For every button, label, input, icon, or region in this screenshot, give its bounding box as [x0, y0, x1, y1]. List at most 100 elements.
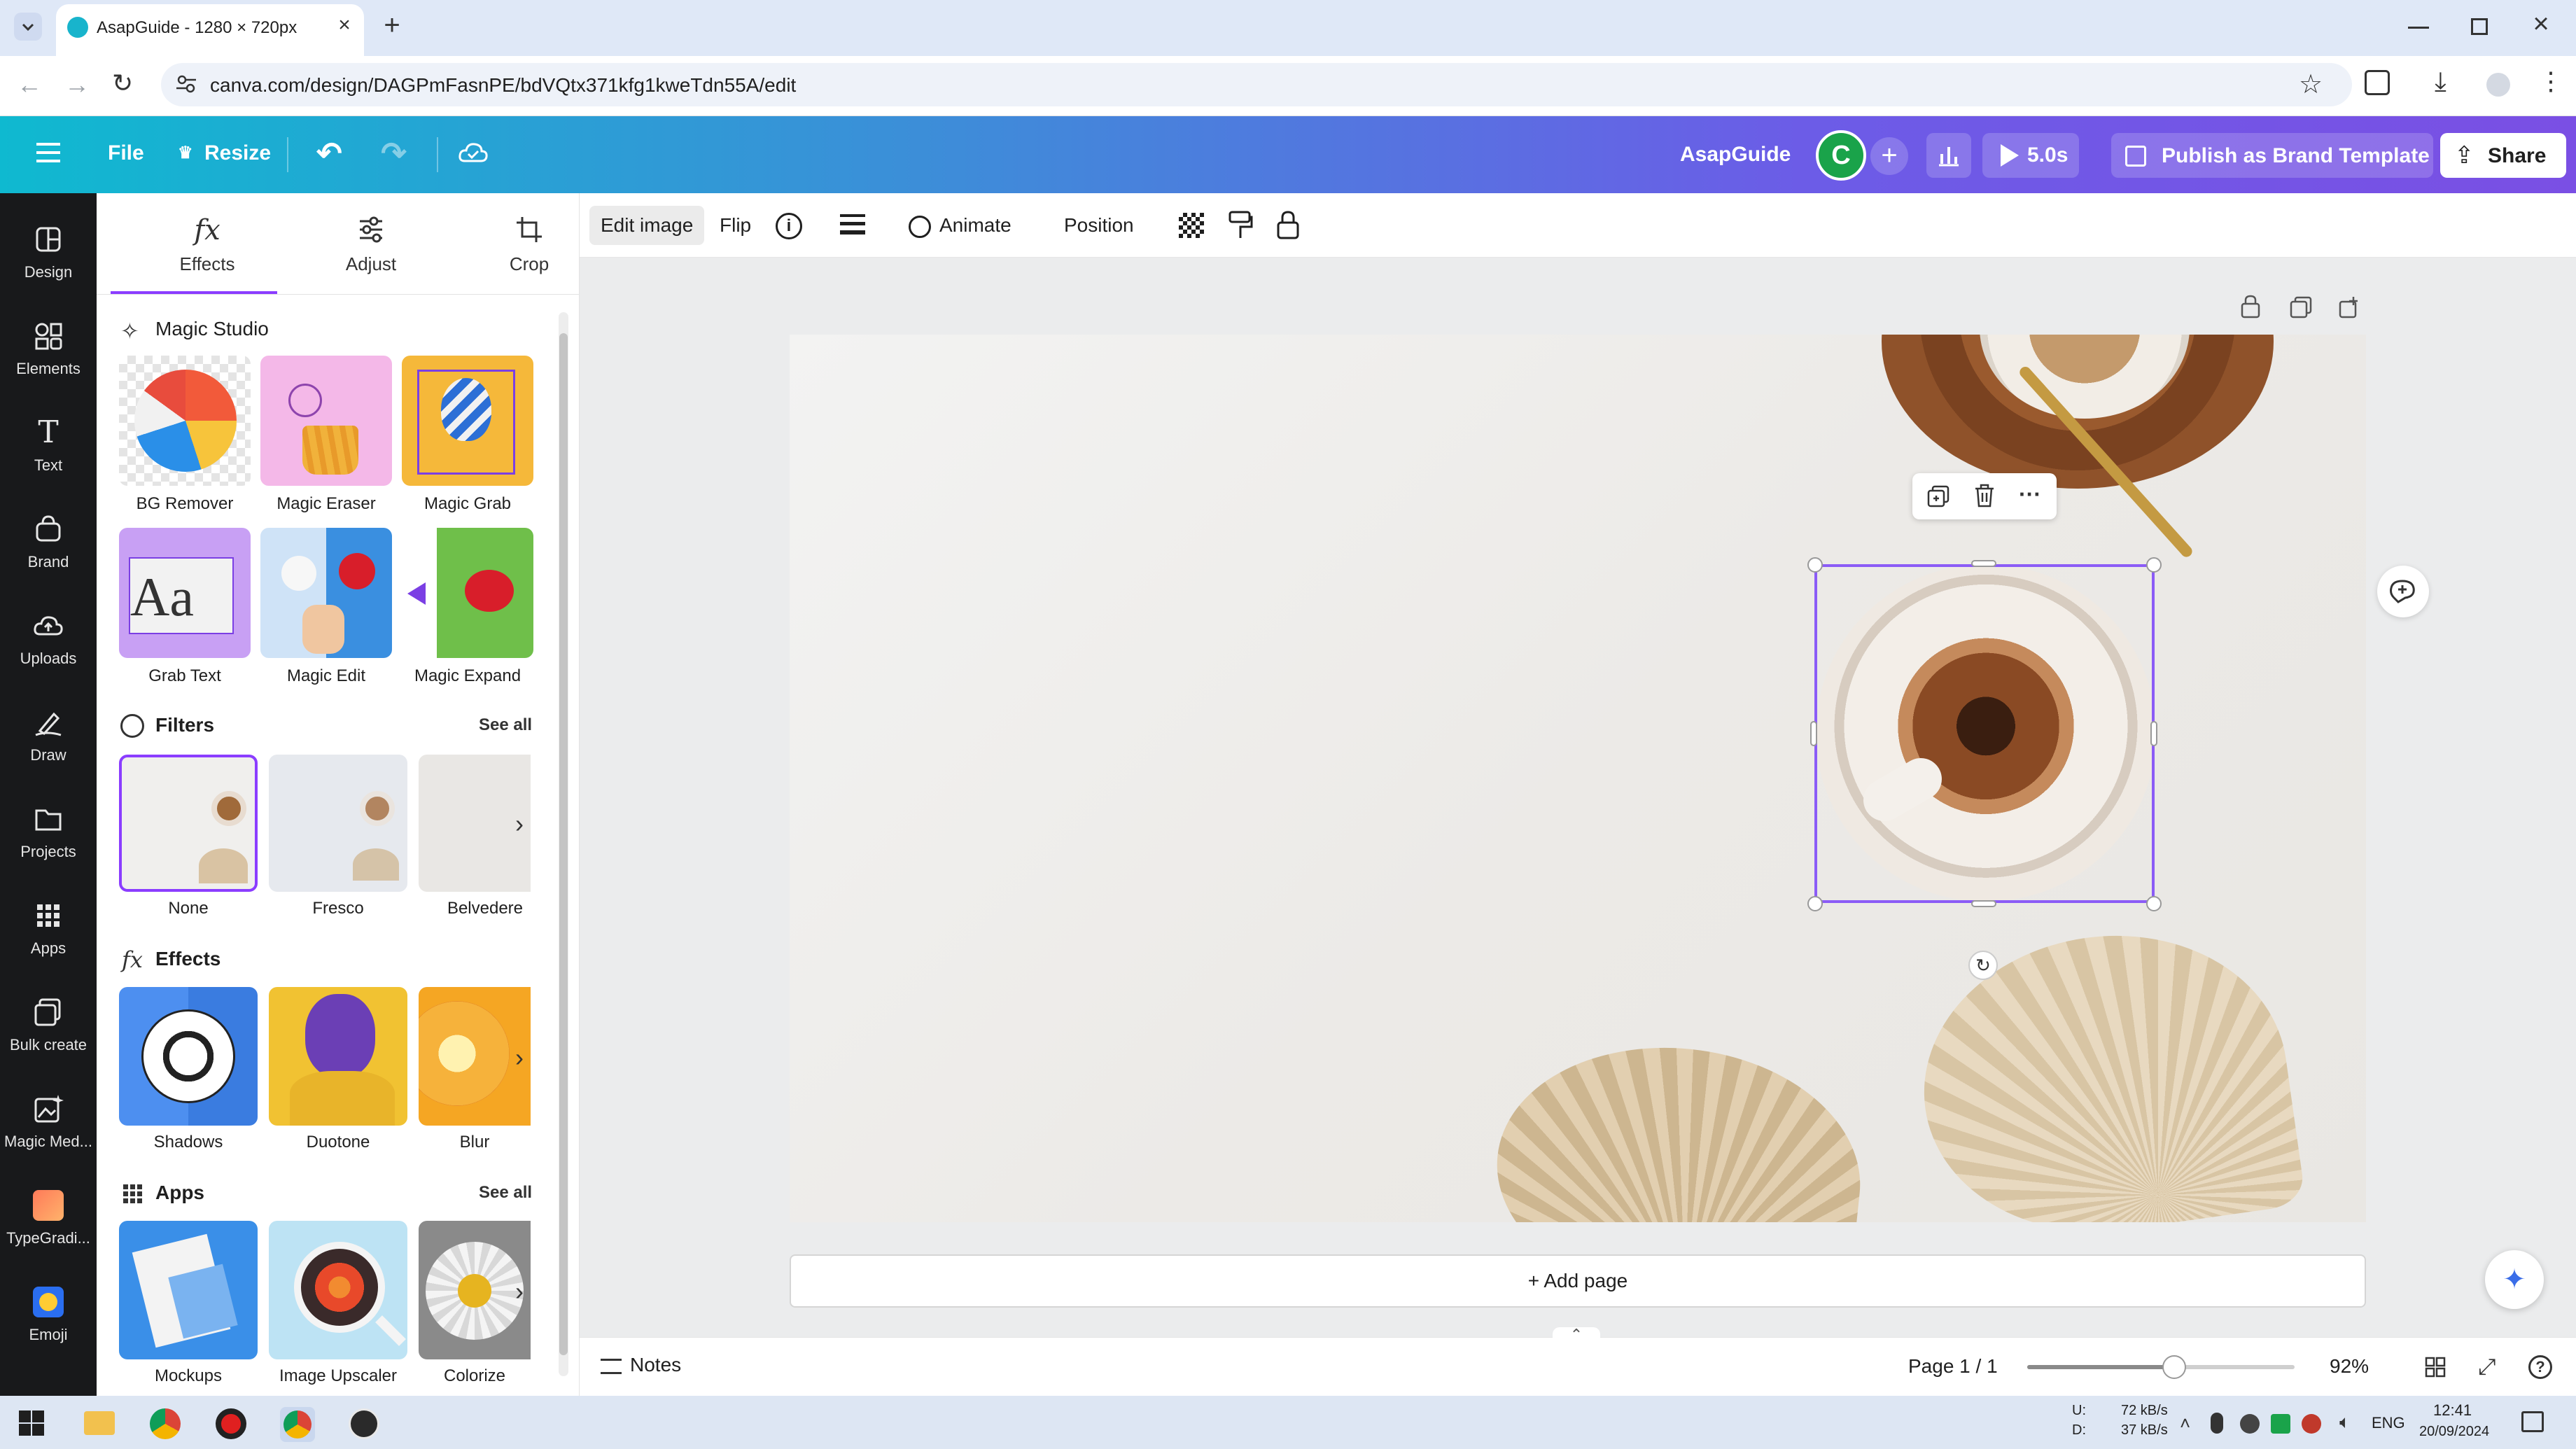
site-info-icon[interactable]: [175, 73, 197, 95]
app-mockups-thumb[interactable]: [119, 1221, 258, 1359]
selection-box[interactable]: [1814, 564, 2155, 903]
magic-eraser-thumb[interactable]: [260, 356, 392, 486]
tab-crop[interactable]: Crop: [459, 214, 599, 275]
rail-item-draw[interactable]: Draw: [0, 693, 97, 784]
filter-belvedere-thumb[interactable]: [419, 755, 531, 892]
tray-expand-icon[interactable]: ˄: [2180, 1413, 2190, 1434]
resize-button[interactable]: Resize: [204, 141, 271, 165]
copy-style-icon[interactable]: [1228, 210, 1253, 241]
tray-app-icon[interactable]: [2302, 1414, 2321, 1434]
add-collaborator-button[interactable]: +: [1870, 137, 1908, 175]
chrome-icon[interactable]: [150, 1408, 181, 1439]
magic-assistant-button[interactable]: ✦: [2485, 1250, 2544, 1309]
magic-edit-thumb[interactable]: [260, 528, 392, 658]
rail-item-typegradient[interactable]: TypeGradi...: [0, 1176, 97, 1267]
page-indicator[interactable]: Page 1 / 1: [1908, 1355, 1998, 1378]
page-duplicate-icon[interactable]: [2289, 295, 2313, 319]
back-icon[interactable]: ←: [17, 70, 42, 99]
hide-pages-chevron-icon[interactable]: ⌃: [1553, 1327, 1600, 1343]
resize-handle[interactable]: [1971, 560, 1996, 567]
flip-button[interactable]: Flip: [720, 206, 751, 245]
page-add-icon[interactable]: [2338, 295, 2362, 319]
effects-next-chevron-icon[interactable]: ›: [515, 1043, 524, 1072]
add-comment-button[interactable]: [2377, 566, 2429, 617]
effect-duotone-thumb[interactable]: [269, 987, 407, 1126]
volume-icon[interactable]: 🔈︎: [2339, 1411, 2351, 1434]
tab-effects[interactable]: fx Effects: [137, 214, 277, 275]
clock-time[interactable]: 12:41: [2433, 1401, 2472, 1420]
present-button[interactable]: 5.0s: [1982, 133, 2079, 178]
rail-item-emoji[interactable]: Emoji: [0, 1273, 97, 1364]
resize-handle[interactable]: [2146, 896, 2162, 911]
magic-expand-thumb[interactable]: [402, 528, 533, 658]
notifications-icon[interactable]: [2521, 1411, 2544, 1432]
bookmark-star-icon[interactable]: ☆: [2299, 69, 2323, 100]
browser-menu-icon[interactable]: ⋮: [2538, 69, 2563, 94]
rail-item-design[interactable]: Design: [0, 210, 97, 301]
magic-grab-thumb[interactable]: [402, 356, 533, 486]
lock-icon[interactable]: [1275, 210, 1301, 241]
zoom-slider[interactable]: [2027, 1355, 2295, 1379]
apps-next-chevron-icon[interactable]: ›: [515, 1277, 524, 1306]
rail-item-elements[interactable]: Elements: [0, 307, 97, 398]
app-taskbar-icon[interactable]: [349, 1408, 379, 1439]
page-lock-icon[interactable]: [2240, 294, 2261, 319]
effect-blur-thumb[interactable]: [419, 987, 531, 1126]
resize-handle[interactable]: [2150, 721, 2157, 746]
filters-see-all-link[interactable]: See all: [479, 715, 532, 735]
app-colorize-thumb[interactable]: [419, 1221, 531, 1359]
apps-see-all-link[interactable]: See all: [479, 1183, 532, 1203]
microphone-icon[interactable]: [2211, 1413, 2223, 1434]
delete-element-icon[interactable]: [1973, 483, 1996, 508]
insights-button[interactable]: [1926, 133, 1971, 178]
undo-icon[interactable]: ↶: [316, 136, 342, 172]
new-tab-icon[interactable]: +: [378, 11, 406, 39]
bg-remover-thumb[interactable]: [119, 356, 251, 486]
scrollbar-thumb[interactable]: [559, 333, 568, 1355]
forward-icon[interactable]: →: [64, 70, 90, 99]
duplicate-element-icon[interactable]: [1926, 484, 1950, 508]
rail-item-brand[interactable]: Brand: [0, 500, 97, 591]
tab-close-icon[interactable]: ×: [333, 14, 356, 36]
grab-text-thumb[interactable]: Aa: [119, 528, 251, 658]
recorder-icon[interactable]: [216, 1408, 246, 1439]
rail-item-projects[interactable]: Projects: [0, 790, 97, 881]
download-icon[interactable]: ⤓: [2435, 67, 2446, 97]
filter-none-thumb[interactable]: [119, 755, 258, 892]
edit-image-button[interactable]: Edit image: [589, 206, 705, 245]
notes-button[interactable]: Notes: [601, 1354, 681, 1376]
filters-next-chevron-icon[interactable]: ›: [515, 809, 524, 839]
info-icon[interactable]: i: [776, 213, 802, 239]
transparency-icon[interactable]: [1179, 213, 1204, 238]
rail-item-text[interactable]: T Text: [0, 403, 97, 494]
more-options-icon[interactable]: ···: [2016, 480, 2044, 508]
fullscreen-icon[interactable]: ⤢: [2478, 1354, 2496, 1380]
zoom-slider-knob[interactable]: [2162, 1355, 2187, 1379]
resize-handle[interactable]: [1807, 557, 1823, 573]
profile-avatar-icon[interactable]: [2486, 73, 2510, 97]
reload-icon[interactable]: ↻: [112, 69, 133, 98]
close-window-icon[interactable]: ×: [2527, 10, 2555, 38]
clock-date[interactable]: 20/09/2024: [2419, 1424, 2489, 1440]
rail-item-apps[interactable]: Apps: [0, 886, 97, 977]
resize-handle[interactable]: [1810, 721, 1817, 746]
design-title[interactable]: AsapGuide: [1680, 143, 1791, 167]
cloud-save-icon[interactable]: [458, 140, 489, 165]
publish-brand-template-button[interactable]: Publish as Brand Template: [2111, 133, 2433, 178]
main-menu-icon[interactable]: [36, 143, 60, 162]
app-image-upscaler-thumb[interactable]: [269, 1221, 407, 1359]
position-button[interactable]: Position: [1064, 206, 1134, 245]
resize-handle[interactable]: [1807, 896, 1823, 911]
resize-handle[interactable]: [2146, 557, 2162, 573]
restore-icon[interactable]: [2471, 18, 2488, 35]
resize-handle[interactable]: [1971, 900, 1996, 907]
border-style-icon[interactable]: [840, 214, 865, 237]
rail-item-uploads[interactable]: Uploads: [0, 596, 97, 687]
tray-app-icon[interactable]: [2240, 1414, 2260, 1434]
animate-button[interactable]: Animate: [909, 206, 1011, 245]
tab-adjust[interactable]: Adjust: [301, 214, 441, 275]
rail-item-magic-media[interactable]: Magic Med...: [0, 1079, 97, 1170]
language-indicator[interactable]: ENG: [2372, 1414, 2405, 1432]
panel-scrollbar[interactable]: [559, 312, 568, 1376]
rotate-handle-icon[interactable]: ↻: [1968, 951, 1998, 980]
